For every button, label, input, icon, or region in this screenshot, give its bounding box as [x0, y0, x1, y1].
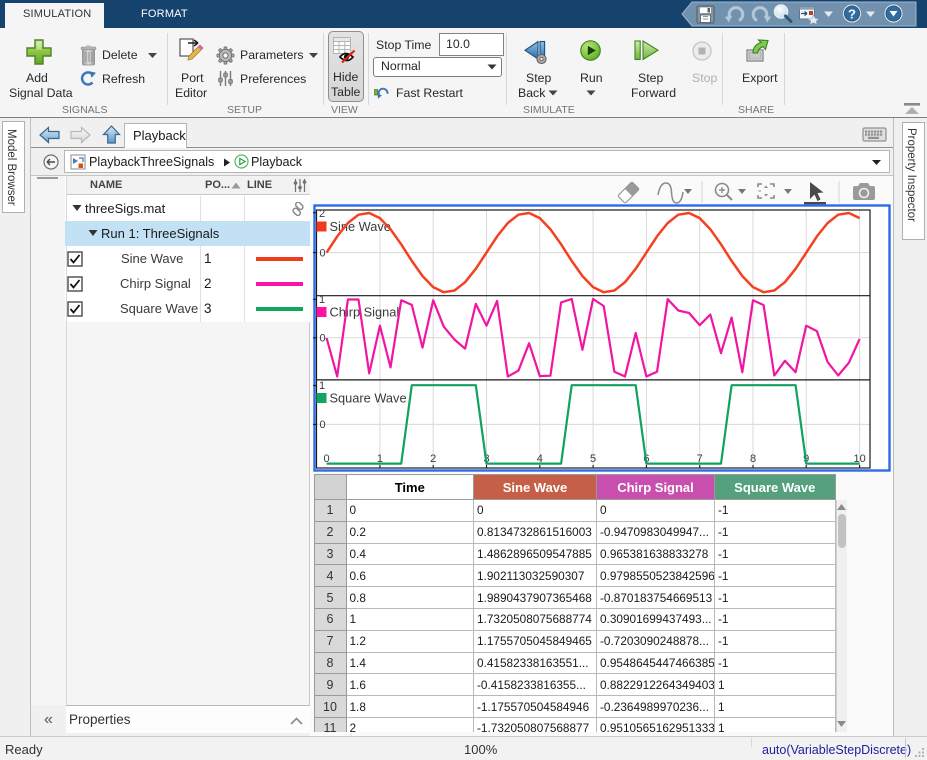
svg-text:5: 5: [590, 453, 596, 465]
svg-text:Chirp Signal: Chirp Signal: [330, 305, 400, 320]
svg-text:2: 2: [430, 453, 436, 465]
svg-text:0: 0: [320, 419, 326, 431]
svg-text:?: ?: [848, 6, 856, 21]
svg-text:0: 0: [320, 333, 326, 345]
svg-text:1: 1: [319, 294, 325, 306]
svg-text:8: 8: [750, 453, 756, 465]
svg-text:0: 0: [320, 248, 326, 260]
svg-text:Square Wave: Square Wave: [330, 391, 407, 406]
svg-text:1: 1: [319, 380, 325, 392]
svg-text:2: 2: [319, 208, 325, 220]
